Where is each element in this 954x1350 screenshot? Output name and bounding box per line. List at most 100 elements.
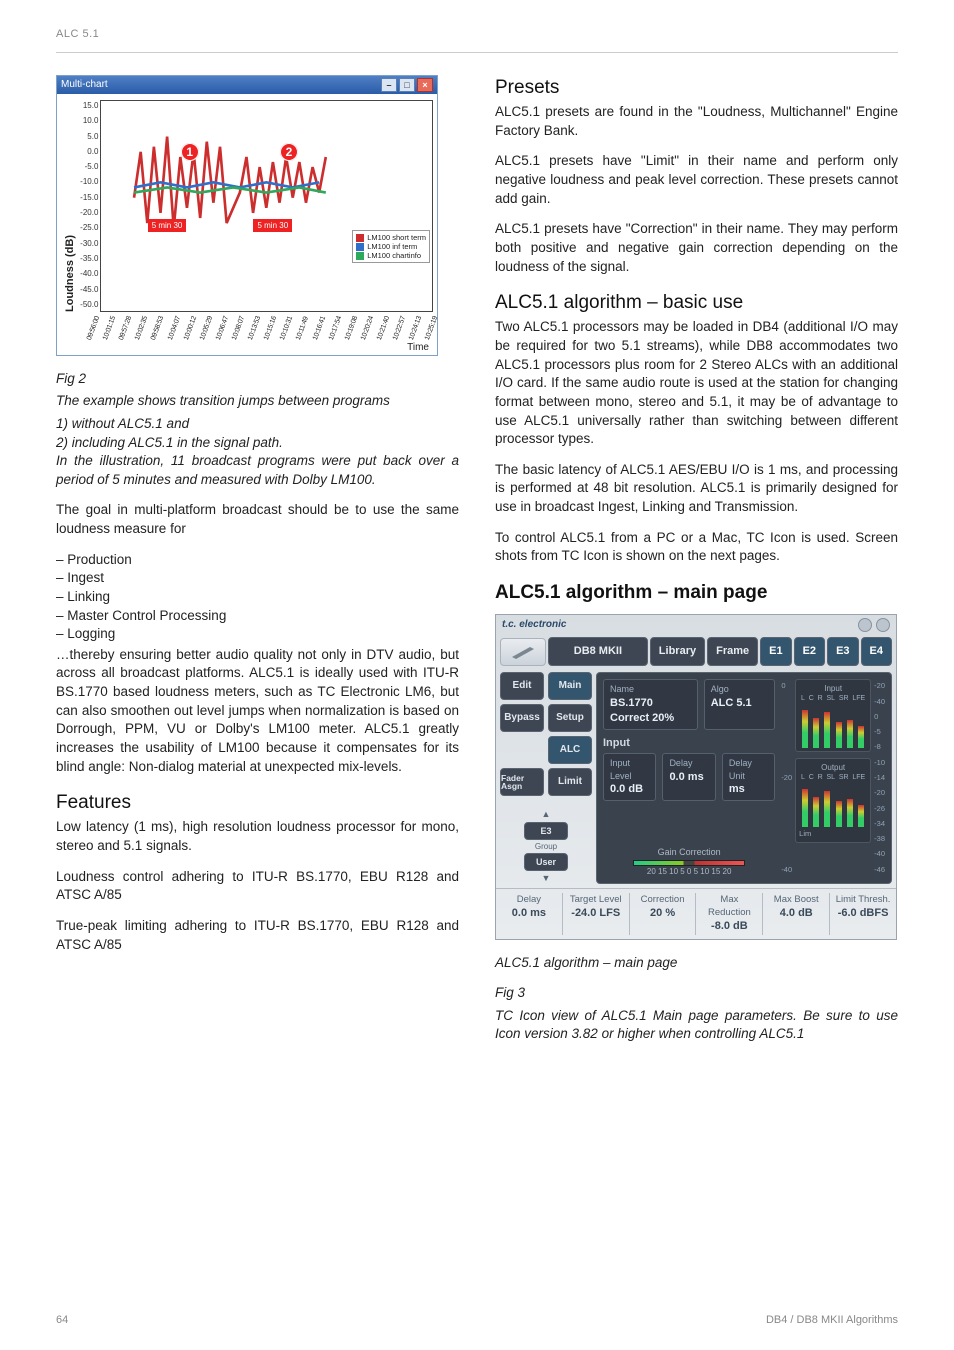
features-p2: Loudness control adhering to ITU-R BS.17… bbox=[56, 868, 459, 905]
meter-bar bbox=[847, 799, 853, 827]
gaincorr-scale: 20 15 10 5 0 5 10 15 20 bbox=[603, 866, 775, 877]
nav-e3[interactable]: E3 bbox=[524, 822, 568, 840]
tab-device[interactable]: DB8 MKII bbox=[548, 637, 648, 666]
meter-bar bbox=[824, 712, 830, 748]
meter-bar bbox=[802, 789, 808, 827]
field-inlvl-label: Input Level bbox=[610, 757, 649, 782]
meter-bar bbox=[802, 710, 808, 748]
bottom-cell: Limit Thresh.-6.0 dBFS bbox=[834, 893, 892, 934]
basic-heading: ALC5.1 algorithm – basic use bbox=[495, 290, 898, 316]
maximize-icon[interactable]: □ bbox=[399, 78, 415, 92]
tab-e4[interactable]: E4 bbox=[861, 637, 892, 666]
chart-callout: 1 bbox=[181, 143, 199, 161]
nav-edit[interactable]: Edit bbox=[500, 672, 544, 700]
meter-bar bbox=[836, 722, 842, 748]
help-icon[interactable] bbox=[876, 618, 890, 632]
meter-bar bbox=[858, 805, 864, 827]
nav-bypass[interactable]: Bypass bbox=[500, 704, 544, 732]
field-delay-label: Delay bbox=[669, 757, 708, 769]
shot-brand: t.c. electronic bbox=[502, 618, 566, 632]
page-footer: 64 DB4 / DB8 MKII Algorithms bbox=[56, 1314, 898, 1326]
chart-xlabel: Time bbox=[57, 341, 437, 355]
left-column: Multi-chart – □ × Loudness (dB) 15.010.0… bbox=[56, 75, 459, 1056]
field-dunit-label: Delay Unit bbox=[729, 757, 768, 782]
bottom-cell: Max Boost4.0 dB bbox=[767, 893, 825, 934]
bottom-cell: Delay0.0 ms bbox=[500, 893, 558, 934]
fig2-caption-3: 2) including ALC5.1 in the signal path. bbox=[56, 434, 459, 453]
presets-p3: ALC5.1 presets have "Correction" in thei… bbox=[495, 220, 898, 276]
nav-main[interactable]: Main bbox=[548, 672, 592, 700]
list-item: Logging bbox=[56, 625, 459, 644]
close-icon[interactable]: × bbox=[417, 78, 433, 92]
shot-bottom-row: Delay0.0 msTarget Level-24.0 LFSCorrecti… bbox=[496, 889, 896, 938]
meter-bar bbox=[858, 726, 864, 748]
tab-e1[interactable]: E1 bbox=[760, 637, 791, 666]
chart-plotarea: LM100 short termLM100 inf termLM100 char… bbox=[100, 100, 433, 312]
field-name-label: Name bbox=[610, 683, 691, 695]
fig2-chart-window: Multi-chart – □ × Loudness (dB) 15.010.0… bbox=[56, 75, 438, 356]
goal-paragraph: The goal in multi-platform broadcast sho… bbox=[56, 501, 459, 538]
meter-bar bbox=[847, 720, 853, 748]
meters-lim-label: Lim bbox=[799, 829, 867, 839]
field-delay-value: 0.0 ms bbox=[669, 770, 708, 785]
chart-callout: 2 bbox=[280, 143, 298, 161]
fig2-label: Fig 2 bbox=[56, 370, 459, 389]
thereby-paragraph: …thereby ensuring better audio quality n… bbox=[56, 646, 459, 776]
presets-heading: Presets bbox=[495, 75, 898, 101]
tab-frame[interactable]: Frame bbox=[707, 637, 758, 666]
page-number: 64 bbox=[56, 1314, 68, 1326]
meter-bar bbox=[813, 797, 819, 827]
window-buttons: – □ × bbox=[381, 78, 433, 92]
running-head: ALC 5.1 bbox=[56, 28, 898, 40]
input-header: Input bbox=[603, 736, 775, 751]
gear-icon[interactable] bbox=[858, 618, 872, 632]
field-name-value: BS.1770 Correct 20% bbox=[610, 696, 691, 726]
field-inlvl-value: 0.0 dB bbox=[610, 782, 649, 797]
shot-leftnav: Edit Main Bypass Setup ALC Fader Asgn bbox=[500, 672, 592, 884]
features-p1: Low latency (1 ms), high resolution loud… bbox=[56, 818, 459, 855]
nav-user[interactable]: User bbox=[524, 853, 568, 871]
chart-xaxis: 09:56:0010:01:1509:57:2810:02:3509:58:53… bbox=[57, 314, 437, 341]
fig2-caption-1: The example shows transition jumps betwe… bbox=[56, 392, 459, 411]
field-dunit-value: ms bbox=[729, 782, 768, 797]
tab-e3[interactable]: E3 bbox=[827, 637, 858, 666]
list-item: Ingest bbox=[56, 569, 459, 588]
book-title: DB4 / DB8 MKII Algorithms bbox=[766, 1314, 898, 1326]
gaincorr-label: Gain Correction bbox=[603, 846, 775, 858]
minimize-icon[interactable]: – bbox=[381, 78, 397, 92]
list-item: Master Control Processing bbox=[56, 607, 459, 626]
basic-p3: To control ALC5.1 from a PC or a Mac, TC… bbox=[495, 529, 898, 566]
nav-alc[interactable]: ALC bbox=[548, 736, 592, 764]
bottom-cell: Correction20 % bbox=[634, 893, 692, 934]
chart-ylabel: Loudness (dB) bbox=[61, 100, 80, 312]
mainpage-heading: ALC5.1 algorithm – main page bbox=[495, 580, 898, 606]
meters-output-label: Output bbox=[799, 762, 867, 773]
field-algo-value: ALC 5.1 bbox=[711, 696, 769, 711]
chart-titlebar: Multi-chart – □ × bbox=[57, 76, 437, 94]
meter-scale-coarse: 0-20-40 bbox=[781, 679, 792, 877]
meters-input-label: Input bbox=[799, 683, 867, 694]
nav-setup[interactable]: Setup bbox=[548, 704, 592, 732]
tab-e2[interactable]: E2 bbox=[794, 637, 825, 666]
tab-library[interactable]: Library bbox=[650, 637, 705, 666]
shot-tabsrow: DB8 MKII Library Frame E1 E2 E3 E4 bbox=[496, 635, 896, 668]
features-p3: True-peak limiting adhering to ITU-R BS.… bbox=[56, 917, 459, 954]
list-item: Production bbox=[56, 551, 459, 570]
nav-fader[interactable]: Fader Asgn bbox=[500, 768, 544, 796]
presets-p2: ALC5.1 presets have "Limit" in their nam… bbox=[495, 152, 898, 208]
header-rule bbox=[56, 52, 898, 53]
nav-limit[interactable]: Limit bbox=[548, 768, 592, 796]
list-item: Linking bbox=[56, 588, 459, 607]
meter-bar bbox=[824, 791, 830, 827]
pen-icon[interactable] bbox=[500, 638, 546, 666]
meter-bar bbox=[813, 718, 819, 748]
right-column: Presets ALC5.1 presets are found in the … bbox=[495, 75, 898, 1056]
bottom-cell: Target Level-24.0 LFS bbox=[567, 893, 625, 934]
fig3-caption-text: TC Icon view of ALC5.1 Main page paramet… bbox=[495, 1007, 898, 1044]
features-heading: Features bbox=[56, 790, 459, 816]
chart-yaxis: 15.010.05.00.0-5.0-10.0-15.0-20.0-25.0-3… bbox=[80, 100, 100, 310]
shot-topbar: t.c. electronic bbox=[496, 615, 896, 635]
fig3-label: Fig 3 bbox=[495, 984, 898, 1003]
basic-p1: Two ALC5.1 processors may be loaded in D… bbox=[495, 318, 898, 448]
meter-scale-fine: -20-400-5-8-10-14-20-26-34-38-40-46 bbox=[874, 679, 885, 877]
